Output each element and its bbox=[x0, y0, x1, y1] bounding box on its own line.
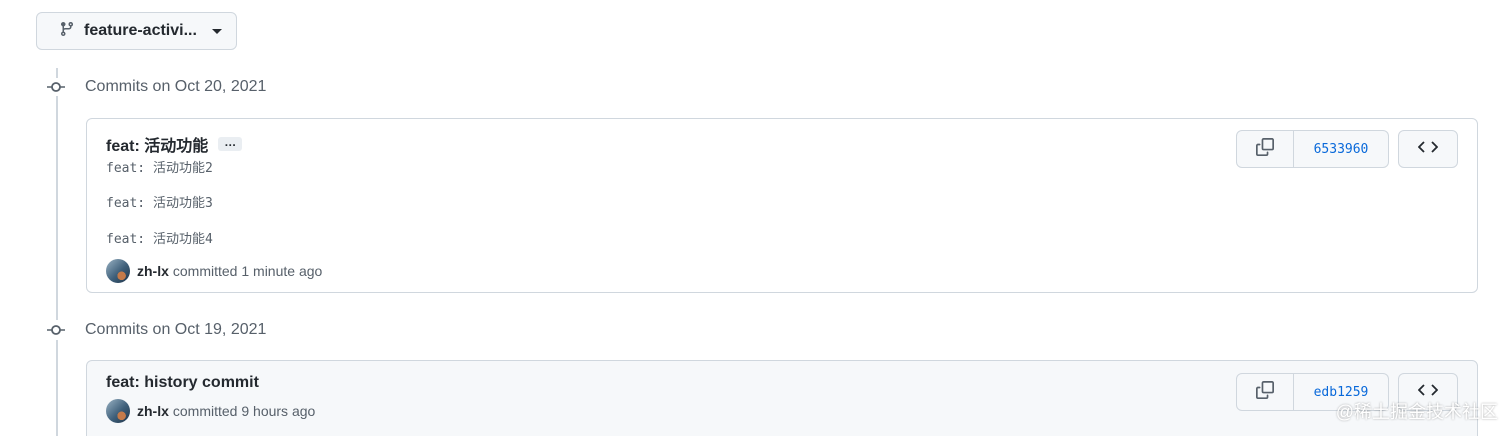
commit-item: feat: 活动功能 … feat: 活动功能2 feat: 活动功能3 fea… bbox=[86, 118, 1478, 293]
commit-sha-group: 6533960 bbox=[1236, 130, 1389, 168]
avatar[interactable] bbox=[106, 259, 130, 283]
caret-down-icon bbox=[211, 22, 222, 40]
git-branch-icon bbox=[59, 21, 75, 42]
timeline-line bbox=[56, 340, 58, 436]
expand-description-button[interactable]: … bbox=[218, 136, 243, 151]
copy-icon bbox=[1256, 380, 1274, 404]
timeline-line bbox=[56, 96, 58, 320]
commit-description-line: feat: 活动功能2 bbox=[106, 161, 213, 176]
copy-icon bbox=[1256, 137, 1274, 161]
branch-select-button[interactable]: feature-activi... bbox=[36, 12, 237, 50]
commit-sha-link[interactable]: 6533960 bbox=[1294, 130, 1389, 168]
commit-group-heading: Commits on Oct 19, 2021 bbox=[46, 320, 266, 340]
avatar[interactable] bbox=[106, 399, 130, 423]
committed-time: committed 9 hours ago bbox=[172, 403, 316, 419]
browse-repo-button[interactable] bbox=[1398, 130, 1458, 168]
commit-title-link[interactable]: feat: history commit bbox=[106, 374, 259, 392]
commit-item: feat: history commit zh-lx committed 9 h… bbox=[86, 360, 1478, 436]
commit-meta: zh-lx committed 1 minute ago bbox=[106, 259, 322, 283]
commit-title-row: feat: history commit bbox=[106, 374, 259, 392]
commit-title-link[interactable]: feat: 活动功能 bbox=[106, 132, 208, 156]
author-link[interactable]: zh-lx bbox=[137, 263, 169, 279]
commit-description-line: feat: 活动功能4 bbox=[106, 232, 213, 247]
committed-time: committed 1 minute ago bbox=[172, 263, 323, 279]
author-link[interactable]: zh-lx bbox=[137, 403, 169, 419]
commit-description-line: feat: 活动功能3 bbox=[106, 196, 213, 211]
commit-meta: zh-lx committed 9 hours ago bbox=[106, 399, 315, 423]
git-commit-icon bbox=[46, 77, 66, 97]
copy-sha-button[interactable] bbox=[1236, 373, 1294, 411]
commit-title-row: feat: 活动功能 … bbox=[106, 132, 243, 156]
branch-name: feature-activi... bbox=[84, 22, 197, 39]
git-commit-icon bbox=[46, 320, 66, 340]
copy-sha-button[interactable] bbox=[1236, 130, 1294, 168]
commit-group-date: Commits on Oct 19, 2021 bbox=[85, 321, 267, 338]
watermark: @稀土掘金技术社区 bbox=[1335, 402, 1498, 422]
commit-group-date: Commits on Oct 20, 2021 bbox=[85, 78, 267, 95]
code-icon bbox=[1417, 140, 1439, 159]
commit-group-heading: Commits on Oct 20, 2021 bbox=[46, 77, 266, 97]
